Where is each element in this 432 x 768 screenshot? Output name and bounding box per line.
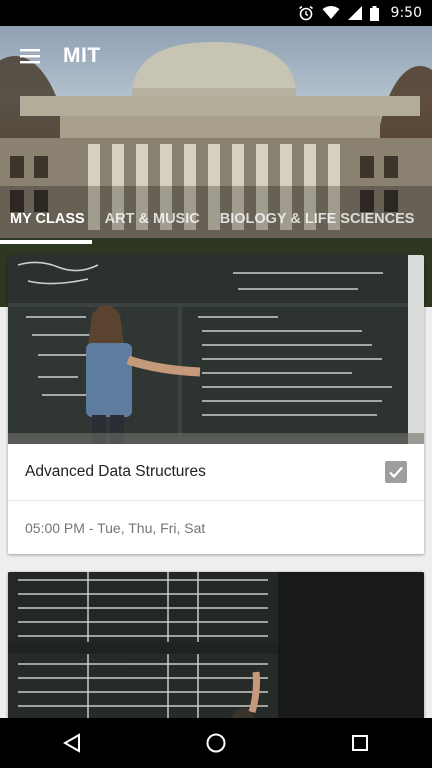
back-icon[interactable] [42, 718, 102, 768]
class-title: Advanced Data Structures [25, 463, 206, 480]
tab-biology-life-sciences[interactable]: BIOLOGY & LIFE SCIENCES [210, 204, 425, 246]
hamburger-menu-icon[interactable] [0, 26, 60, 86]
status-bar: 9:50 [0, 0, 432, 26]
status-time: 9:50 [390, 5, 422, 21]
class-card-title-row: Advanced Data Structures [8, 444, 424, 501]
tab-art-music[interactable]: ART & MUSIC [95, 204, 210, 246]
lecture-blackboard-image [8, 572, 424, 732]
alarm-icon [298, 5, 314, 21]
wifi-icon [322, 6, 340, 20]
battery-icon [369, 5, 379, 21]
app-title: MIT [63, 44, 101, 67]
home-icon[interactable] [186, 718, 246, 768]
tab-chemistry-partial[interactable]: CH [424, 204, 432, 246]
recents-icon[interactable] [330, 718, 390, 768]
class-card-image [8, 572, 424, 732]
class-card-image [8, 255, 424, 444]
class-card-schedule-row: 05:00 PM - Tue, Thu, Fri, Sat [8, 501, 424, 554]
signal-icon [347, 6, 362, 20]
active-tab-indicator [0, 240, 92, 244]
class-card[interactable] [8, 572, 424, 732]
system-nav-bar [0, 718, 432, 768]
class-schedule: 05:00 PM - Tue, Thu, Fri, Sat [25, 520, 206, 536]
enrolled-checkbox[interactable] [385, 461, 407, 483]
lecture-blackboard-image [8, 255, 424, 444]
app-bar: MIT [0, 26, 432, 86]
class-card[interactable]: Advanced Data Structures 05:00 PM - Tue,… [8, 255, 424, 554]
checkmark-icon [389, 466, 403, 479]
